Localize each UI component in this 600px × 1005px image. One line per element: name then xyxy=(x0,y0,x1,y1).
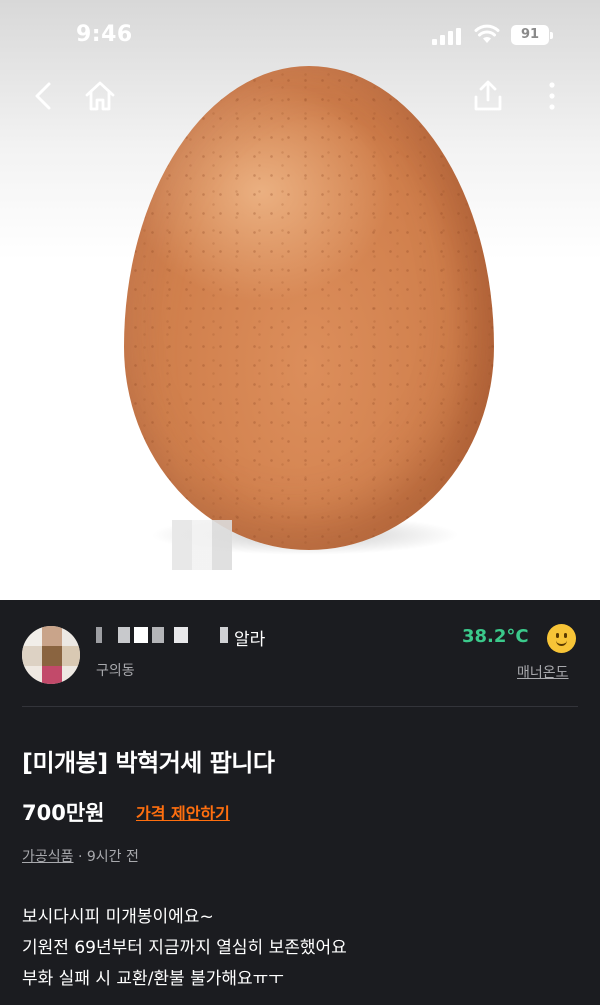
smiley-face-icon xyxy=(547,624,576,653)
chevron-left-icon[interactable] xyxy=(26,78,62,114)
seller-location: 구의동 xyxy=(96,663,135,679)
listing-description: 보시다시피 미개봉이에요~ 기원전 69년부터 지금까지 열심히 보존했어요 부… xyxy=(22,902,347,995)
share-icon[interactable] xyxy=(470,78,506,114)
egg-image xyxy=(124,66,494,550)
redacted-name-part xyxy=(96,627,102,643)
description-line: 보시다시피 미개봉이에요~ xyxy=(22,907,214,927)
home-icon[interactable] xyxy=(82,78,118,114)
seller-avatar[interactable] xyxy=(22,626,80,684)
status-time: 9:46 xyxy=(76,22,133,47)
manner-temperature-link[interactable]: 매너온도 xyxy=(517,662,569,682)
more-vertical-icon[interactable] xyxy=(534,78,570,114)
category-link[interactable]: 가공식품 xyxy=(22,849,74,865)
meta-separator: · xyxy=(73,849,87,865)
description-line: 부화 실패 시 교환/환불 불가해요ㅠㅜ xyxy=(22,969,284,989)
redacted-name-part xyxy=(174,627,188,643)
battery-indicator: 91 xyxy=(511,25,553,45)
price-offer-link[interactable]: 가격 제안하기 xyxy=(136,800,230,824)
listing-content: 알라 구의동 38.2°C 매너온도 [미개봉] 박혁거세 팝니다 700만원 … xyxy=(0,600,600,1005)
redacted-name-part xyxy=(118,627,130,643)
listing-price: 700만원 xyxy=(22,801,105,825)
redacted-name-part xyxy=(152,627,164,643)
cellular-signal-icon xyxy=(432,28,461,45)
wifi-icon xyxy=(474,24,500,43)
divider xyxy=(22,706,578,707)
status-bar: 9:46 91 xyxy=(0,0,600,64)
seller-name-suffix: 알라 xyxy=(234,630,266,650)
posted-time: 9시간 전 xyxy=(86,849,139,865)
manner-temperature: 38.2°C xyxy=(462,626,529,647)
listing-meta: 가공식품 · 9시간 전 xyxy=(22,846,139,866)
redacted-name-part xyxy=(134,627,148,643)
description-line: 기원전 69년부터 지금까지 열심히 보존했어요 xyxy=(22,938,347,958)
blurred-watermark xyxy=(172,520,232,570)
listing-title: [미개봉] 박혁거세 팝니다 xyxy=(22,749,275,777)
redacted-name-part xyxy=(220,627,228,643)
redacted-area xyxy=(96,578,230,600)
